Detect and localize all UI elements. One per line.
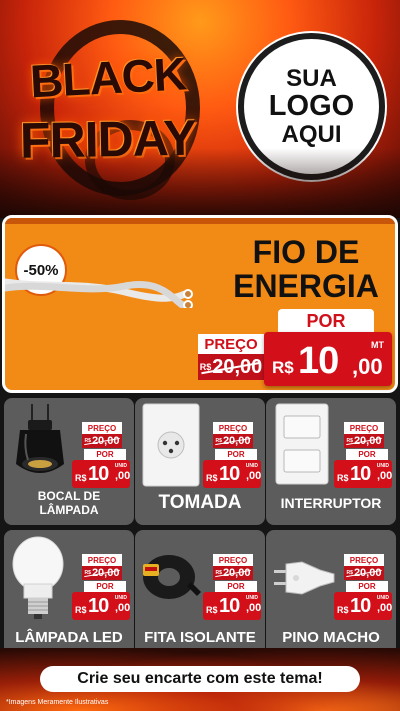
light-switch-icon xyxy=(275,403,329,485)
unit-label: MT xyxy=(371,340,384,350)
preco-label: PREÇO xyxy=(213,422,253,434)
led-bulb-icon xyxy=(12,536,64,619)
power-outlet-icon xyxy=(142,403,200,487)
new-price: UNID R$ 10 ,00 xyxy=(203,592,261,620)
price-integer: 10 xyxy=(219,595,240,617)
bulb-socket-icon xyxy=(16,404,64,473)
hero-title-line: FIO DE xyxy=(252,234,360,270)
price-cents: ,00 xyxy=(246,470,262,482)
unit-label: UNID xyxy=(376,463,389,469)
product-name: LÂMPADA LED xyxy=(4,629,134,646)
product-name-line: LÂMPADA xyxy=(39,502,99,517)
logo-line: SUA xyxy=(286,65,337,93)
product-name-line: TOMADA xyxy=(158,492,242,513)
unit-label: UNID xyxy=(114,595,127,601)
preco-label: PREÇO xyxy=(82,422,122,434)
old-price: R$ 20,00 xyxy=(82,434,122,448)
logo-placeholder: SUA LOGO AQUI xyxy=(238,33,385,180)
por-label: POR xyxy=(278,309,374,333)
price-cents: ,00 xyxy=(246,602,262,614)
por-label: POR xyxy=(215,581,257,592)
decorative-ring xyxy=(40,20,200,196)
logo-line: AQUI xyxy=(281,120,342,148)
new-price: UNID R$ 10 ,00 xyxy=(334,592,392,620)
logo-line: LOGO xyxy=(268,90,355,123)
unit-label: UNID xyxy=(114,463,127,469)
price-cents: ,00 xyxy=(115,602,131,614)
old-price: R$ 20,00 xyxy=(82,566,122,580)
currency: R$ xyxy=(75,605,87,615)
old-price: R$ 20,00 xyxy=(344,566,384,580)
price-integer: 10 xyxy=(350,463,371,485)
price-integer: 10 xyxy=(298,340,339,382)
new-price: UNID R$ 10 ,00 xyxy=(72,592,130,620)
old-price: R$ 20,00 xyxy=(213,566,253,580)
price-cents: ,00 xyxy=(352,354,383,379)
black-word: BLACK xyxy=(28,47,188,108)
preco-label: PREÇO xyxy=(82,554,122,566)
unit-label: UNID xyxy=(245,463,258,469)
product-card: INTERRUPTOR PREÇO R$ 20,00 POR UNID R$ 1… xyxy=(266,398,396,525)
hero-title: FIO DE ENERGIA xyxy=(220,234,392,304)
product-name-line: PINO MACHO xyxy=(282,629,380,646)
disclaimer-text: *Imagens Meramente Ilustrativas xyxy=(6,699,109,706)
currency: R$ xyxy=(272,358,294,377)
old-price: R$ 20,00 xyxy=(344,434,384,448)
new-price: UNID R$ 10 ,00 xyxy=(72,460,130,488)
product-card: BOCAL DE LÂMPADA PREÇO R$ 20,00 POR UNID… xyxy=(4,398,134,525)
flyer: BLACK FRIDAY SUA LOGO AQUI -50% FIO DE E… xyxy=(0,0,400,711)
electric-cable-icon xyxy=(5,278,193,308)
friday-word: FRIDAY xyxy=(19,109,197,169)
por-label: POR xyxy=(215,449,257,460)
product-card: TOMADA PREÇO R$ 20,00 POR UNID R$ 10 ,00 xyxy=(135,398,265,525)
product-name: BOCAL DE LÂMPADA xyxy=(4,489,134,518)
cta-banner[interactable]: Crie seu encarte com este tema! xyxy=(40,666,360,692)
price-cents: ,00 xyxy=(377,602,393,614)
por-label: POR xyxy=(84,449,126,460)
product-name-line: LÂMPADA LED xyxy=(15,629,123,646)
price-integer: 10 xyxy=(88,595,109,617)
currency: R$ xyxy=(337,605,349,615)
header-banner: BLACK FRIDAY SUA LOGO AQUI xyxy=(0,0,400,218)
por-label: POR xyxy=(84,581,126,592)
preco-label: PREÇO xyxy=(344,554,384,566)
product-name-line: FITA ISOLANTE xyxy=(144,629,256,646)
currency: R$ xyxy=(206,473,218,483)
plug-icon xyxy=(274,561,335,595)
preco-label: PREÇO xyxy=(344,422,384,434)
price-integer: 10 xyxy=(219,463,240,485)
new-price: UNID R$ 10 ,00 xyxy=(203,460,261,488)
preco-label: PREÇO xyxy=(213,554,253,566)
unit-label: UNID xyxy=(245,595,258,601)
product-name: INTERRUPTOR xyxy=(266,495,396,511)
old-price: R$ 20,00 xyxy=(198,354,264,380)
insulating-tape-icon xyxy=(143,555,201,599)
price-integer: 10 xyxy=(350,595,371,617)
new-price: MT R$ 10 ,00 xyxy=(264,332,392,386)
product-name: FITA ISOLANTE xyxy=(135,629,265,646)
price-cents: ,00 xyxy=(377,470,393,482)
new-price: UNID R$ 10 ,00 xyxy=(334,460,392,488)
price-cents: ,00 xyxy=(115,470,131,482)
currency: R$ xyxy=(75,473,87,483)
hero-title-line: ENERGIA xyxy=(233,267,379,304)
unit-label: UNID xyxy=(376,595,389,601)
por-label: POR xyxy=(346,449,388,460)
product-name-line: BOCAL DE xyxy=(37,489,101,503)
hero-top-strip xyxy=(5,218,395,224)
preco-label: PREÇO xyxy=(198,334,264,354)
por-label: POR xyxy=(346,581,388,592)
product-name-line: INTERRUPTOR xyxy=(280,495,382,511)
product-card: FITA ISOLANTE PREÇO R$ 20,00 POR UNID R$… xyxy=(135,530,265,657)
old-price: R$ 20,00 xyxy=(213,434,253,448)
currency: R$ xyxy=(206,605,218,615)
product-card: PINO MACHO PREÇO R$ 20,00 POR UNID R$ 10… xyxy=(266,530,396,657)
product-name: TOMADA xyxy=(135,492,265,514)
price-integer: 10 xyxy=(88,463,109,485)
product-card: LÂMPADA LED PREÇO R$ 20,00 POR UNID R$ 1… xyxy=(4,530,134,657)
currency: R$ xyxy=(337,473,349,483)
product-name: PINO MACHO xyxy=(266,629,396,646)
